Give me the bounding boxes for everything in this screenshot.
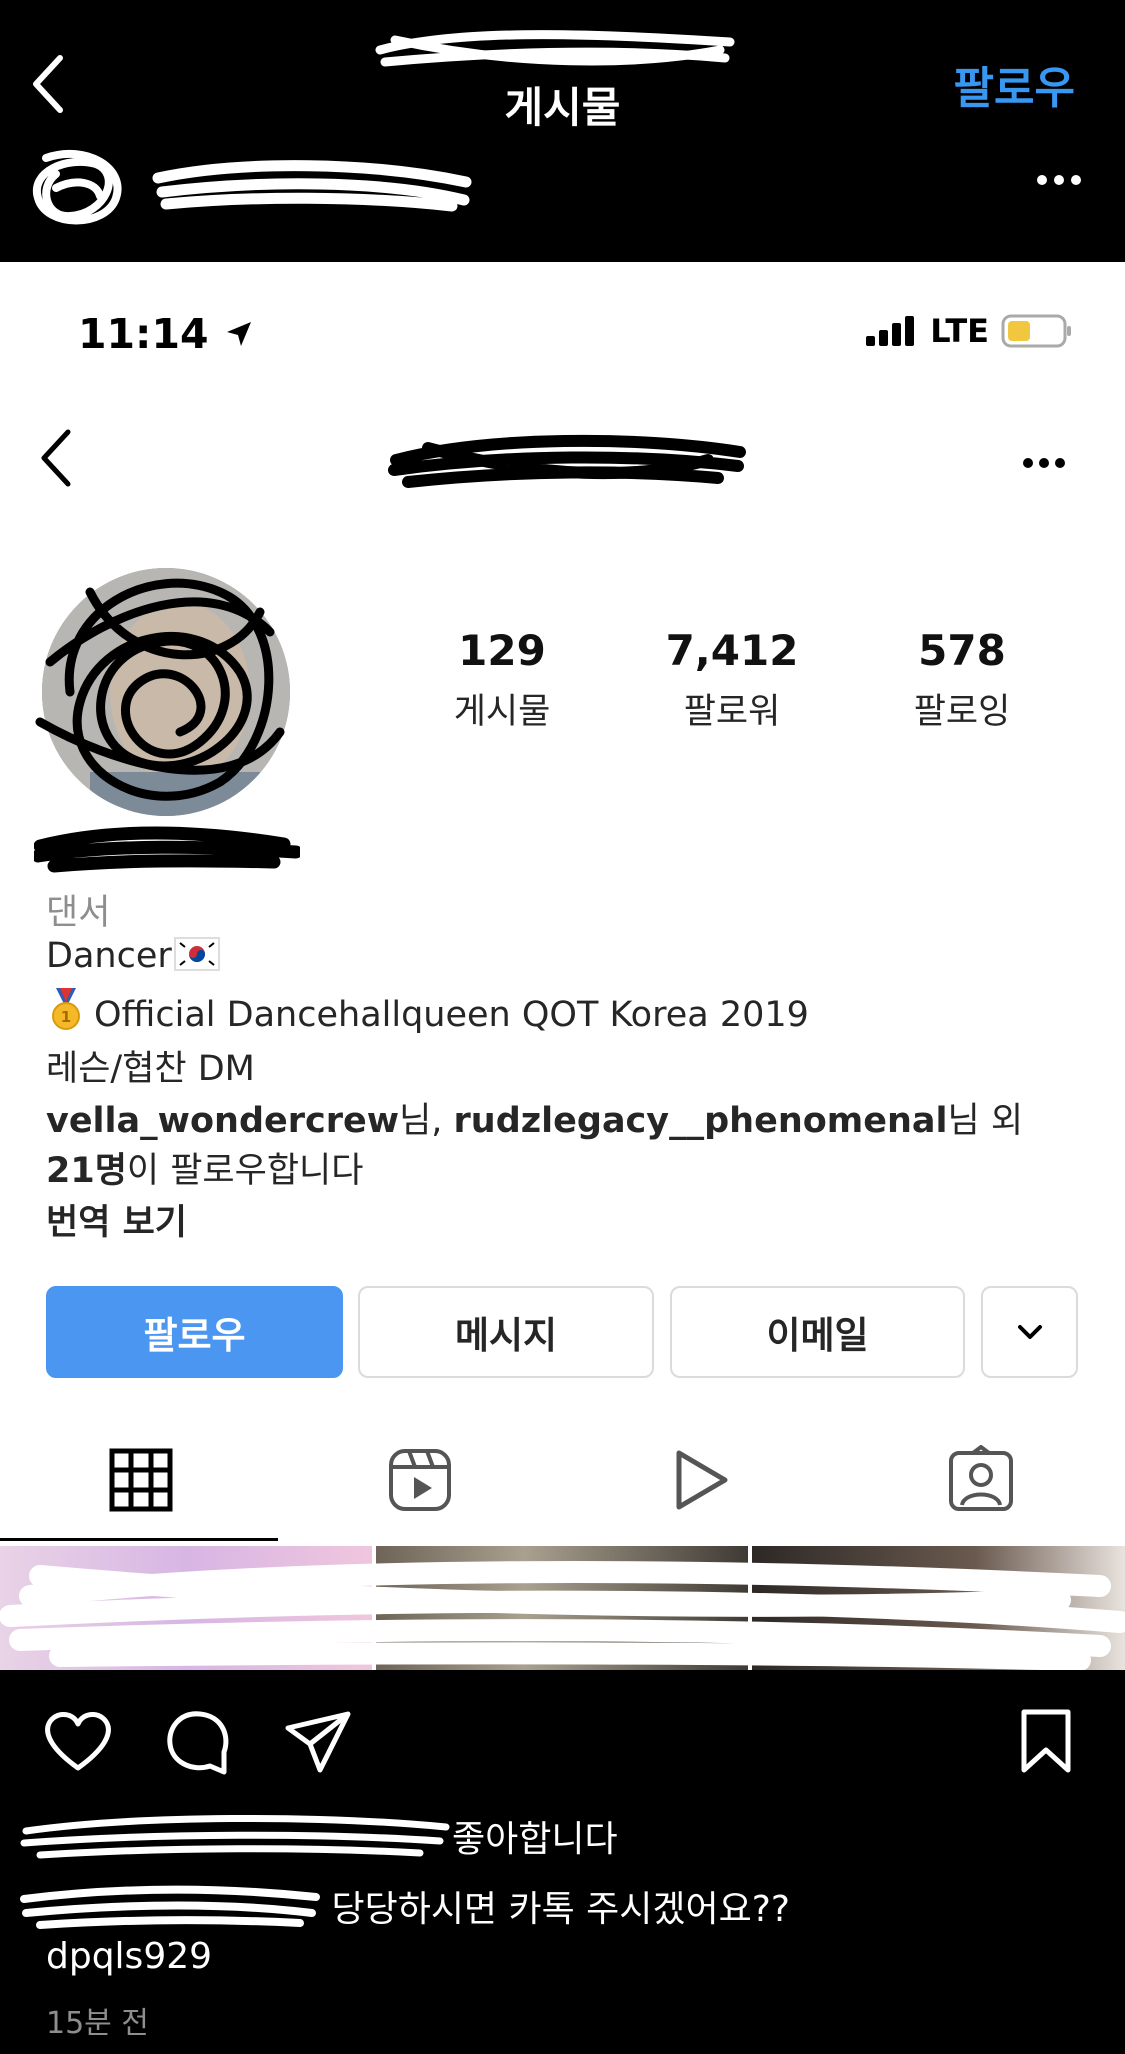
post-author-row	[0, 148, 1125, 260]
follow-button[interactable]: 팔로우	[46, 1286, 343, 1378]
caption-line: 당당하시면 카톡 주시겠어요??	[20, 1880, 790, 1932]
stat-followers-count: 7,412	[665, 626, 799, 675]
like-heart-icon[interactable]	[42, 1710, 114, 1774]
more-options-icon[interactable]	[1036, 174, 1082, 186]
save-bookmark-icon[interactable]	[1018, 1708, 1074, 1776]
followed-by-count[interactable]: 21명이 팔로우합니다	[46, 1142, 363, 1193]
network-label: LTE	[930, 312, 989, 350]
redacted-likes-scribble	[20, 1814, 450, 1859]
reels-tab-icon[interactable]	[385, 1445, 455, 1515]
battery-low-icon	[1001, 314, 1071, 348]
grid-tab-icon[interactable]	[106, 1445, 176, 1515]
more-options-icon[interactable]	[1022, 457, 1066, 469]
redacted-username-scribble	[375, 30, 735, 67]
stat-posts-count: 129	[458, 626, 546, 675]
redacted-thumbnails-scribble	[0, 1561, 1125, 1670]
redacted-profile-name-scribble	[388, 434, 746, 488]
chevron-down-icon	[1017, 1325, 1042, 1339]
bio-line-1: Dancer	[46, 936, 220, 976]
redacted-display-name-scribble	[34, 826, 300, 873]
bio-line-3: 레슨/협찬 DM	[46, 1049, 255, 1089]
stat-followers-label: 팔로워	[683, 692, 781, 732]
profile-category: 댄서	[46, 893, 111, 933]
followed-by-text[interactable]: vella_wondercrew님, rudzlegacy__phenomena…	[46, 1092, 1023, 1143]
post-top-bar: 게시물 팔로우	[0, 0, 1125, 149]
stat-followers[interactable]: 7,412 팔로워	[632, 626, 832, 734]
tagged-tab-icon[interactable]	[946, 1445, 1016, 1515]
post-timestamp: 15분 전	[46, 2006, 149, 2041]
stat-posts[interactable]: 129 게시물	[402, 626, 602, 734]
back-chevron-icon[interactable]	[38, 428, 74, 488]
stat-following-label: 팔로잉	[913, 692, 1011, 732]
share-send-icon[interactable]	[282, 1708, 354, 1776]
signal-bars-icon	[866, 316, 915, 346]
follower-2[interactable]: rudzlegacy__phenomenal	[454, 1101, 948, 1141]
stat-posts-label: 게시물	[453, 692, 551, 732]
follow-link[interactable]: 팔로우	[954, 52, 1075, 116]
caption-line-2: dpqls929	[46, 1936, 213, 1977]
korea-flag-icon	[173, 937, 220, 971]
see-translation-link[interactable]: 번역 보기	[46, 1194, 187, 1245]
redacted-commenter-scribble[interactable]	[20, 1881, 320, 1931]
avatar-scribble[interactable]	[26, 148, 130, 230]
stat-following-count: 578	[918, 626, 1006, 675]
stat-following[interactable]: 578 팔로잉	[862, 626, 1062, 734]
location-arrow-icon	[226, 322, 251, 346]
shared-profile-screenshot: 11:14 LTE 129 게시물 7,412 팔로워 578 팔로잉 댄서 D…	[0, 262, 1125, 1670]
bio-line-2: 1 Official Dancehallqueen QOT Korea 2019	[46, 988, 809, 1035]
active-tab-indicator	[0, 1538, 278, 1541]
status-time: 11:14	[78, 310, 255, 358]
likes-text[interactable]: 좋아합니다	[20, 1810, 618, 1862]
email-button[interactable]: 이메일	[670, 1286, 965, 1378]
video-tab-icon[interactable]	[665, 1445, 735, 1515]
status-indicators: LTE	[866, 312, 1073, 350]
suggestions-toggle-button[interactable]	[981, 1286, 1078, 1378]
profile-avatar[interactable]	[30, 552, 296, 822]
svg-text:1: 1	[61, 1008, 71, 1026]
gold-medal-icon: 1	[52, 988, 80, 1030]
message-button[interactable]: 메시지	[358, 1286, 654, 1378]
redacted-author-scribble	[152, 160, 472, 212]
comment-bubble-icon[interactable]	[164, 1708, 232, 1776]
follower-1[interactable]: vella_wondercrew	[46, 1101, 399, 1141]
post-thumbnails-strip[interactable]	[0, 1546, 1125, 1670]
